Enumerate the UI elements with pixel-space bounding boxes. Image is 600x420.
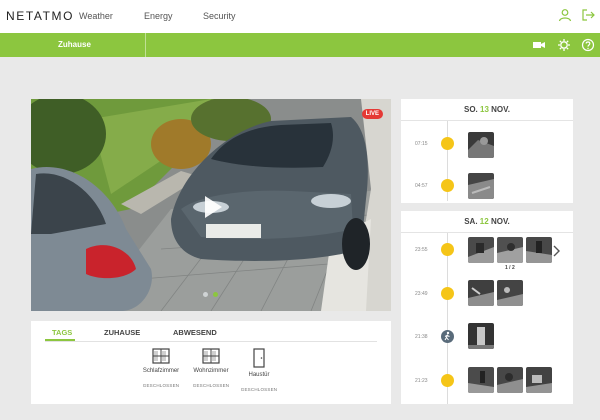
day-header: SA. 12 NOV.: [401, 211, 573, 233]
event-thumbnail[interactable]: [497, 237, 523, 263]
day-month: NOV.: [490, 217, 510, 226]
event-time: 23:49: [415, 291, 428, 297]
event-time: 21:38: [415, 334, 428, 340]
home-selector[interactable]: Zuhause: [58, 40, 91, 49]
carousel-dot-1[interactable]: [203, 292, 208, 297]
sensor-haustuer[interactable]: Haustür GESCHLOSSEN: [229, 348, 289, 392]
event-time: 04:57: [415, 183, 428, 189]
event-thumbnail[interactable]: [497, 367, 523, 393]
thumbnail-pager: 1 / 2: [505, 265, 515, 271]
event-thumbnail[interactable]: [468, 173, 494, 199]
home-bar: Zuhause: [0, 33, 600, 57]
video-camera-icon[interactable]: [532, 38, 546, 52]
event-thumbnail[interactable]: [468, 237, 494, 263]
tab-tags[interactable]: TAGS: [52, 328, 72, 337]
face-event-icon: [441, 179, 454, 192]
day-number: 12: [479, 217, 489, 226]
day-month: NOV.: [491, 105, 510, 114]
event-thumbnail[interactable]: [497, 280, 523, 306]
chevron-right-icon[interactable]: [552, 244, 562, 258]
event-thumbnail[interactable]: [468, 367, 494, 393]
face-event-icon: [441, 374, 454, 387]
day-header: SO. 13 NOV.: [401, 99, 573, 121]
event-thumbnail[interactable]: [468, 323, 494, 349]
top-navigation: NETATMO Weather Energy Security: [0, 0, 600, 33]
day-number: 13: [480, 105, 489, 114]
nav-energy[interactable]: Energy: [144, 11, 173, 21]
play-icon[interactable]: [198, 193, 226, 221]
window-icon: [152, 348, 170, 364]
event-timeline[interactable]: SO. 13 NOV. 07:15 04:57 SA. 12 NOV. 23:5…: [401, 99, 573, 404]
face-event-icon: [441, 243, 454, 256]
gear-icon[interactable]: [557, 38, 571, 52]
door-icon: [253, 348, 265, 368]
nav-weather[interactable]: Weather: [79, 11, 113, 21]
logout-icon[interactable]: [581, 8, 595, 22]
motion-event-icon: [441, 330, 454, 343]
tab-zuhause[interactable]: ZUHAUSE: [104, 328, 140, 337]
sensor-status: GESCHLOSSEN: [240, 387, 278, 392]
event-time: 23:55: [415, 247, 428, 253]
divider: [145, 33, 146, 57]
help-icon[interactable]: [581, 38, 595, 52]
day-weekday: SA.: [464, 217, 478, 226]
event-thumbnail[interactable]: [526, 367, 552, 393]
carousel-dot-2[interactable]: [213, 292, 218, 297]
user-icon[interactable]: [558, 8, 572, 22]
sensor-name: Haustür: [248, 372, 270, 378]
nav-security[interactable]: Security: [203, 11, 236, 21]
face-event-icon: [441, 137, 454, 150]
brand-logo[interactable]: NETATMO: [6, 9, 74, 23]
tabs-divider: [45, 341, 377, 342]
tab-abwesend[interactable]: ABWESEND: [173, 328, 217, 337]
face-event-icon: [441, 287, 454, 300]
event-time: 21:23: [415, 378, 428, 384]
tags-panel: TAGS ZUHAUSE ABWESEND Schlafzimmer GESCH…: [31, 321, 391, 404]
window-icon: [202, 348, 220, 364]
day-separator: [401, 203, 573, 211]
event-time: 07:15: [415, 141, 428, 147]
event-thumbnail[interactable]: [468, 280, 494, 306]
event-thumbnail[interactable]: [526, 237, 552, 263]
event-thumbnail[interactable]: [468, 132, 494, 158]
live-badge: LIVE: [361, 109, 383, 119]
day-weekday: SO.: [464, 105, 478, 114]
walking-person-icon: [444, 331, 450, 341]
